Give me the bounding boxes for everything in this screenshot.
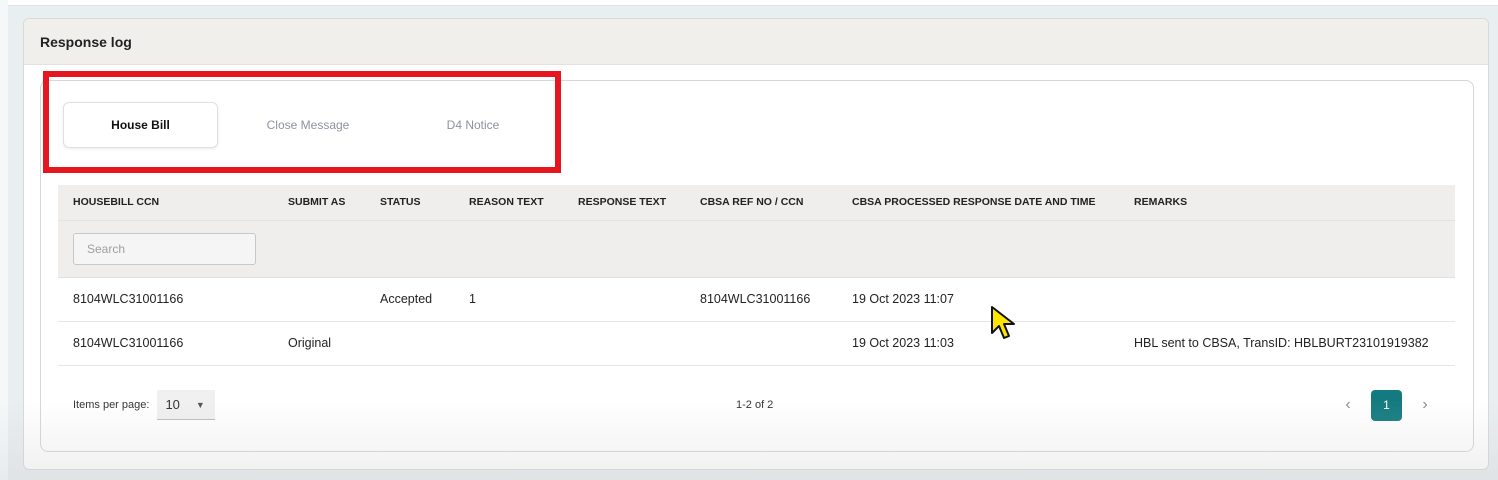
cell-processed-datetime: 19 Oct 2023 11:03 <box>852 336 954 350</box>
table-header-row: HOUSEBILL CCN SUBMIT AS STATUS REASON TE… <box>58 185 1455 221</box>
tab-close-message[interactable]: Close Message <box>218 102 398 148</box>
page-range-label: 1-2 of 2 <box>736 399 774 411</box>
cell-housebill-ccn: 8104WLC31001166 <box>73 336 184 350</box>
items-per-page: Items per page: 10 ▼ <box>73 390 216 420</box>
table-row[interactable]: 8104WLC31001166 Original 19 Oct 2023 11:… <box>58 321 1455 365</box>
tab-bar: House Bill Close Message D4 Notice <box>63 102 548 148</box>
left-strip <box>0 0 8 480</box>
items-per-page-select[interactable]: 10 ▼ <box>157 390 216 420</box>
cell-cbsa-ref: 8104WLC31001166 <box>700 292 811 306</box>
col-processed-datetime[interactable]: CBSA PROCESSED RESPONSE DATE AND TIME <box>837 185 1119 221</box>
col-remarks[interactable]: REMARKS <box>1119 185 1455 221</box>
card-header: Response log <box>24 19 1488 65</box>
table-row[interactable]: 8104WLC31001166 Accepted 1 8104WLC310011… <box>58 277 1455 321</box>
col-status[interactable]: STATUS <box>365 185 454 221</box>
response-log-panel: House Bill Close Message D4 Notice HOUSE… <box>40 80 1474 452</box>
table-filter-row <box>58 220 1455 277</box>
dropdown-arrow-icon: ▼ <box>195 399 205 410</box>
top-strip <box>0 0 1498 6</box>
page-number-button[interactable]: 1 <box>1371 389 1402 421</box>
cell-response-text <box>563 277 685 321</box>
cell-submit-as <box>273 277 365 321</box>
cell-status <box>365 321 454 365</box>
card-title: Response log <box>40 33 132 50</box>
cell-cbsa-ref <box>685 321 837 365</box>
col-submit-as[interactable]: SUBMIT AS <box>273 185 365 221</box>
items-per-page-value: 10 <box>165 397 180 412</box>
mouse-cursor-icon <box>991 306 1015 339</box>
cell-remarks <box>1119 277 1455 321</box>
cell-reason-text <box>454 321 563 365</box>
previous-page-icon[interactable]: ‹ <box>1338 396 1358 414</box>
col-reason-text[interactable]: REASON TEXT <box>454 185 563 221</box>
search-input[interactable] <box>73 232 256 265</box>
col-cbsa-ref[interactable]: CBSA REF NO / CCN <box>685 185 837 221</box>
next-page-icon[interactable]: › <box>1415 396 1435 414</box>
cell-status: Accepted <box>380 292 433 306</box>
response-log-card: Response log House Bill Close Message D4… <box>23 18 1489 470</box>
col-housebill-ccn[interactable]: HOUSEBILL CCN <box>58 185 273 221</box>
page-navigation: ‹ 1 › <box>1338 389 1435 421</box>
cell-processed-datetime: 19 Oct 2023 11:07 <box>852 292 954 306</box>
cell-remarks: HBL sent to CBSA, TransID: HBLBURT231019… <box>1134 336 1429 350</box>
col-response-text[interactable]: RESPONSE TEXT <box>563 185 685 221</box>
tab-house-bill[interactable]: House Bill <box>63 102 218 148</box>
cell-submit-as: Original <box>288 336 332 350</box>
items-per-page-label: Items per page: <box>73 399 150 411</box>
tab-d4-notice[interactable]: D4 Notice <box>398 102 548 148</box>
cell-housebill-ccn: 8104WLC31001166 <box>73 292 184 306</box>
cell-response-text <box>563 321 685 365</box>
response-table: HOUSEBILL CCN SUBMIT AS STATUS REASON TE… <box>58 185 1455 366</box>
paginator: Items per page: 10 ▼ 1-2 of 2 ‹ 1 › <box>58 381 1455 429</box>
cell-reason-text: 1 <box>469 292 476 306</box>
